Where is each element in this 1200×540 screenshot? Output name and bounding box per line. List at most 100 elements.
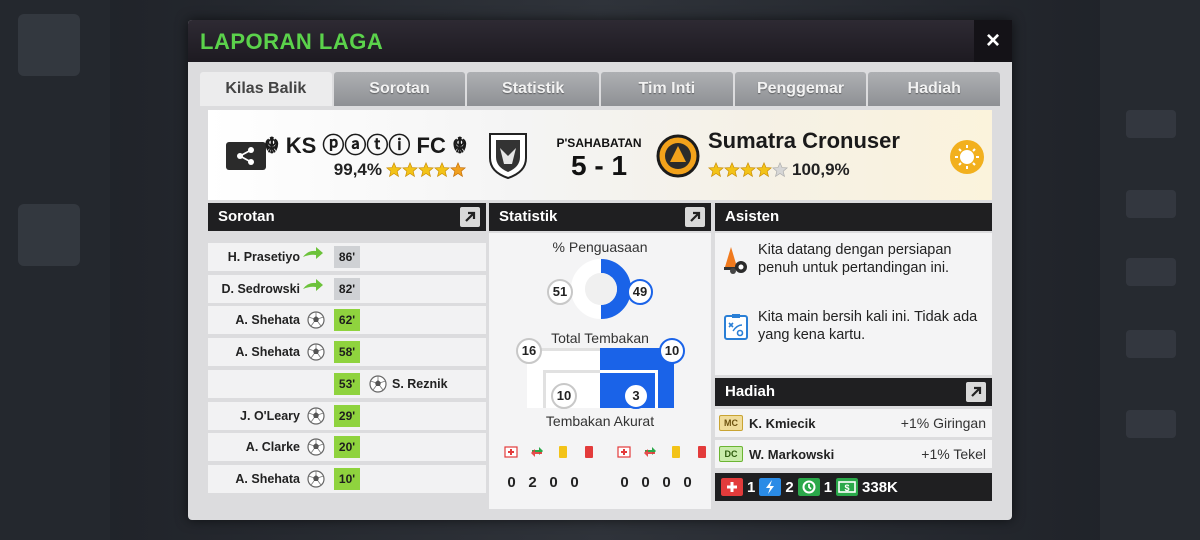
injury-icon [617, 446, 631, 458]
svg-text:$: $ [845, 483, 850, 493]
injury-icon [504, 446, 518, 458]
home-card-icons [504, 445, 596, 459]
highlight-minute: 29' [334, 404, 360, 427]
shots-home-value: 16 [516, 338, 542, 364]
energy-count: 2 [785, 478, 794, 496]
highlight-minute: 10' [334, 467, 360, 490]
share-icon [237, 147, 254, 165]
away-card-counts: 0 0 0 0 [614, 474, 698, 491]
home-star-rating [386, 162, 466, 178]
away-star-rating [708, 162, 788, 178]
home-injury-count: 0 [507, 474, 516, 491]
on-target-away-value: 3 [623, 383, 649, 409]
reward-player-row[interactable]: MC K. Kmiecik +1% Giringan [715, 409, 992, 437]
yellow-card-icon [559, 446, 567, 458]
reward-player-bonus: +1% Giringan [900, 415, 986, 431]
match-report-modal: LAPORAN LAGA × Kilas Balik Sorotan Stati… [188, 20, 1012, 520]
expand-arrow-icon [971, 386, 982, 397]
tab-hadiah[interactable]: Hadiah [868, 72, 1001, 106]
home-sub-count: 2 [528, 474, 537, 491]
stats-expand-button[interactable] [685, 207, 705, 227]
assistant-title: Asisten [725, 208, 780, 225]
highlight-player: D. Sedrowski [221, 281, 301, 296]
close-button[interactable]: × [974, 20, 1012, 62]
ball-icon [306, 310, 326, 330]
possession-away-value: 49 [627, 279, 653, 305]
away-card-icons [617, 445, 709, 459]
tab-kilas-balik[interactable]: Kilas Balik [200, 72, 332, 106]
on-target-home-value: 10 [551, 383, 577, 409]
highlights-expand-button[interactable] [460, 207, 480, 227]
away-team-crest [656, 134, 700, 178]
modal-title: LAPORAN LAGA [200, 29, 384, 54]
star-icon [434, 162, 450, 178]
highlight-player: J. O'Leary [240, 408, 300, 423]
tab-statistik[interactable]: Statistik [467, 72, 600, 106]
position-badge-dc: DC [719, 446, 743, 462]
away-red-count: 0 [683, 474, 692, 491]
substitution-icon [644, 447, 656, 457]
reward-player-row[interactable]: DC W. Markowski +1% Tekel [715, 440, 992, 468]
possession-label: % Penguasaan [552, 239, 648, 255]
background-right-nav [1100, 0, 1200, 540]
highlight-minute: 86' [334, 246, 360, 268]
home-rating-value: 99,4% [333, 160, 382, 179]
away-team-rating: 100,9% [708, 158, 908, 182]
substitution-arrow-icon [302, 278, 323, 299]
money-icon: $ [836, 478, 859, 496]
assistant-panel: Kita datang dengan persiapan penuh untuk… [715, 233, 992, 375]
ball-icon [306, 469, 326, 489]
assistant-panel-header: Asisten [715, 203, 992, 231]
medical-icon [721, 478, 743, 496]
possession-donut [571, 259, 631, 319]
modal-header: LAPORAN LAGA × [188, 20, 1012, 62]
tab-penggemar[interactable]: Penggemar [734, 72, 867, 106]
home-team-crest [489, 133, 527, 180]
stats-panel: % Penguasaan 51 49 Total Tembakan 16 10 … [489, 233, 711, 509]
tab-sorotan[interactable]: Sorotan [333, 72, 466, 106]
highlight-row: 53' S. Reznik [208, 369, 486, 398]
possession-home-value: 51 [547, 279, 573, 305]
highlight-row: A. Clarke 20' [208, 433, 486, 462]
star-icon [402, 162, 418, 178]
rewards-title: Hadiah [725, 383, 776, 400]
highlight-row: D. Sedrowski 82' [208, 274, 486, 303]
sun-weather-icon [950, 140, 984, 174]
ball-icon [368, 374, 388, 394]
highlight-minute: 53' [334, 372, 360, 395]
highlight-player: A. Shehata [235, 471, 300, 486]
training-count: 1 [823, 478, 833, 496]
tab-tim-inti[interactable]: Tim Inti [601, 72, 733, 106]
share-button[interactable] [226, 142, 266, 170]
reward-player-name: K. Kmiecik [749, 416, 816, 431]
training-icon [797, 478, 820, 496]
rewards-expand-button[interactable] [966, 382, 986, 402]
assistant-message-2: Kita main bersih kali ini. Tidak ada yan… [758, 309, 978, 343]
highlights-panel-header: Sorotan [208, 203, 486, 231]
reward-player-bonus: +1% Tekel [921, 446, 986, 462]
home-team-rating: 99,4% [278, 158, 466, 182]
home-team-name: ☬ KS ⓟⓐⓣⓘ FC ☬ [264, 133, 468, 158]
highlight-minute: 20' [334, 436, 360, 459]
highlight-player: A. Shehata [235, 345, 300, 360]
rewards-panel-header: Hadiah [715, 378, 992, 406]
final-score: 5 - 1 [570, 150, 628, 181]
home-card-counts: 0 2 0 0 [501, 474, 585, 491]
away-team-name: Sumatra Cronuser [708, 128, 900, 153]
star-empty-icon [772, 162, 788, 178]
ball-icon [306, 437, 326, 457]
highlight-minute: 58' [334, 341, 360, 364]
position-badge-mc: MC [719, 415, 743, 431]
red-card-icon [698, 446, 706, 458]
away-sub-count: 0 [641, 474, 650, 491]
tab-bar: Kilas Balik Sorotan Statistik Tim Inti P… [200, 72, 1001, 106]
away-injury-count: 0 [620, 474, 629, 491]
ball-icon [306, 342, 326, 362]
tactics-board-icon [724, 314, 748, 340]
cones-icon [724, 247, 747, 274]
substitution-icon [531, 447, 543, 457]
star-icon [386, 162, 402, 178]
money-amount: 338K [862, 478, 898, 496]
substitution-arrow-icon [302, 247, 323, 267]
highlight-row: J. O'Leary 29' [208, 401, 486, 430]
